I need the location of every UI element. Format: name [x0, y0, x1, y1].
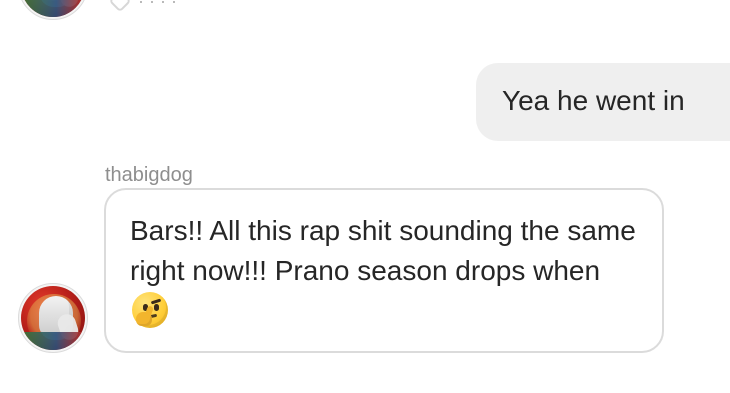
- avatar-strip: [21, 0, 85, 17]
- avatar-art: [21, 286, 85, 350]
- avatar-top[interactable]: [18, 0, 88, 20]
- sender-username[interactable]: thabigdog: [105, 164, 193, 187]
- avatar-strip: [21, 332, 85, 350]
- avatar-art: [21, 0, 85, 17]
- heart-outline-icon: [108, 0, 132, 13]
- incoming-message-text: Bars!! All this rap shit sounding the sa…: [130, 215, 636, 286]
- emoji-eye-right: [154, 304, 159, 311]
- avatar[interactable]: [18, 283, 88, 353]
- incoming-message-bubble[interactable]: Bars!! All this rap shit sounding the sa…: [104, 188, 664, 353]
- outgoing-message-bubble[interactable]: Yea he went in: [476, 63, 730, 141]
- outgoing-message-text: Yea he went in: [502, 85, 685, 116]
- top-clipped-meta: · · · ·: [108, 0, 490, 13]
- thinking-face-icon: [132, 292, 168, 328]
- top-meta-text: · · · ·: [138, 0, 177, 11]
